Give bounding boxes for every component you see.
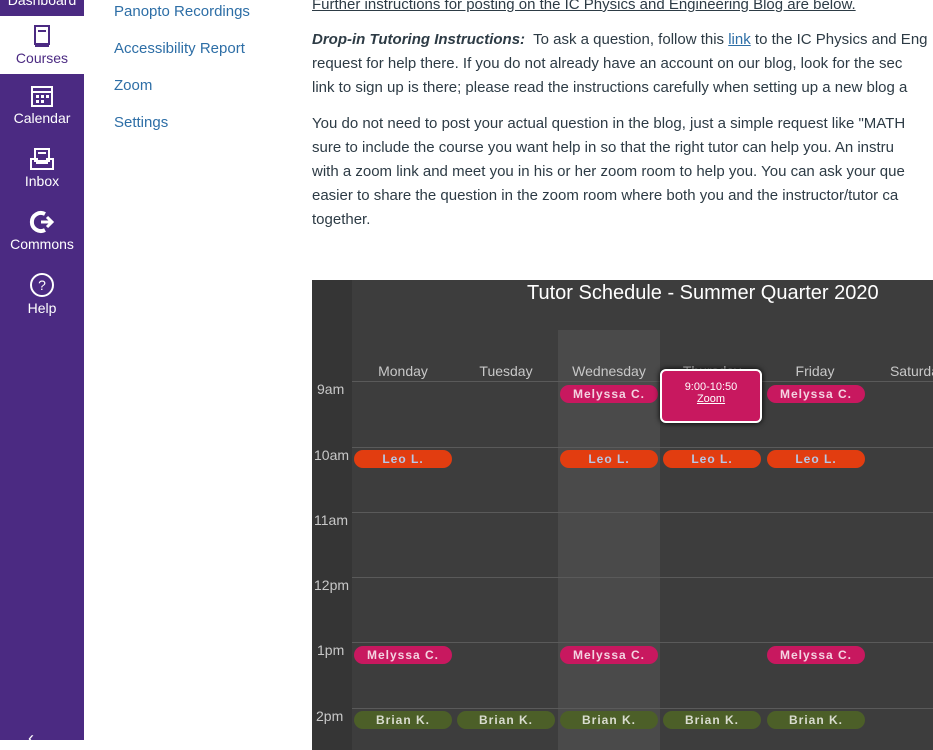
day-monday: Monday bbox=[378, 363, 428, 379]
request-paragraph-line3: with a zoom link and meet you in his or … bbox=[312, 163, 905, 180]
hour-line bbox=[352, 381, 933, 382]
event-wed-9am[interactable]: Melyssa C. bbox=[560, 385, 658, 403]
day-friday: Friday bbox=[795, 363, 835, 379]
event-mon-1pm[interactable]: Melyssa C. bbox=[354, 646, 452, 664]
hour-1pm: 1pm bbox=[317, 642, 345, 658]
event-thu-10am[interactable]: Leo L. bbox=[663, 450, 761, 468]
book-icon bbox=[34, 25, 50, 47]
svg-text:?: ? bbox=[38, 277, 46, 293]
event-wed-2pm[interactable]: Brian K. bbox=[560, 711, 658, 729]
request-paragraph-line2: sure to include the course you want help… bbox=[312, 139, 895, 156]
commons-icon bbox=[29, 211, 55, 233]
nav-inbox[interactable]: Inbox bbox=[0, 147, 84, 189]
tutor-schedule: Tutor Schedule - Summer Quarter 2020 Mon… bbox=[312, 280, 933, 750]
global-navigation: Dashboard Courses Calendar Inbox Commons… bbox=[0, 0, 84, 748]
blog-link[interactable]: link bbox=[728, 31, 751, 48]
collapse-nav-icon[interactable]: ‹ bbox=[28, 728, 34, 749]
help-icon: ? bbox=[30, 273, 54, 297]
popup-time: 9:00-10:50 bbox=[684, 381, 738, 393]
nav-help[interactable]: ? Help bbox=[0, 272, 84, 316]
hour-9am: 9am bbox=[317, 381, 345, 397]
nav-dashboard-label: Dashboard bbox=[7, 0, 77, 8]
course-nav-accessibility[interactable]: Accessibility Report bbox=[114, 40, 245, 57]
nav-dashboard[interactable]: Dashboard bbox=[0, 0, 84, 8]
event-fri-2pm[interactable]: Brian K. bbox=[767, 711, 865, 729]
nav-calendar[interactable]: Calendar bbox=[0, 84, 84, 126]
event-mon-10am[interactable]: Leo L. bbox=[354, 450, 452, 468]
event-thu-2pm[interactable]: Brian K. bbox=[663, 711, 761, 729]
event-wed-1pm[interactable]: Melyssa C. bbox=[560, 646, 658, 664]
day-wednesday: Wednesday bbox=[572, 363, 646, 379]
nav-courses-label: Courses bbox=[15, 50, 69, 66]
event-mon-2pm[interactable]: Brian K. bbox=[354, 711, 452, 729]
nav-courses[interactable]: Courses bbox=[0, 16, 84, 74]
hour-12pm: 12pm bbox=[314, 577, 350, 593]
hour-line bbox=[352, 642, 933, 643]
request-paragraph-line1: You do not need to post your actual ques… bbox=[312, 115, 906, 132]
hour-2pm: 2pm bbox=[316, 708, 344, 724]
course-nav-settings[interactable]: Settings bbox=[114, 114, 168, 131]
drop-in-text-a: To ask a question, follow this bbox=[525, 31, 729, 48]
drop-in-text-b: to the IC Physics and Eng bbox=[750, 31, 928, 48]
nav-commons-label: Commons bbox=[10, 236, 74, 252]
event-popup: 9:00-10:50 Zoom bbox=[660, 369, 762, 423]
inbox-icon bbox=[30, 148, 54, 170]
request-paragraph-line5: together. bbox=[312, 211, 371, 228]
calendar-icon bbox=[31, 86, 53, 107]
schedule-title: Tutor Schedule - Summer Quarter 2020 bbox=[527, 282, 879, 304]
hour-10am: 10am bbox=[314, 447, 350, 463]
nav-calendar-label: Calendar bbox=[13, 110, 71, 126]
course-nav-zoom[interactable]: Zoom bbox=[114, 77, 152, 94]
hour-11am: 11am bbox=[314, 512, 348, 528]
event-wed-10am[interactable]: Leo L. bbox=[560, 450, 658, 468]
event-fri-9am[interactable]: Melyssa C. bbox=[767, 385, 865, 403]
event-tue-2pm[interactable]: Brian K. bbox=[457, 711, 555, 729]
event-fri-10am[interactable]: Leo L. bbox=[767, 450, 865, 468]
hour-line bbox=[352, 447, 933, 448]
event-fri-1pm[interactable]: Melyssa C. bbox=[767, 646, 865, 664]
drop-in-label: Drop-in Tutoring Instructions: bbox=[312, 31, 526, 48]
nav-help-label: Help bbox=[27, 300, 57, 316]
nav-inbox-label: Inbox bbox=[24, 173, 60, 189]
request-paragraph-line4: easier to share the question in the zoom… bbox=[312, 187, 899, 204]
nav-commons[interactable]: Commons bbox=[0, 210, 84, 252]
drop-in-paragraph-line2: request for help there. If you do not al… bbox=[312, 55, 903, 72]
day-tuesday: Tuesday bbox=[479, 363, 533, 379]
popup-zoom-link[interactable]: Zoom bbox=[662, 393, 760, 405]
hour-line bbox=[352, 512, 933, 513]
hour-line bbox=[352, 708, 933, 709]
course-nav-panopto[interactable]: Panopto Recordings bbox=[114, 3, 250, 20]
drop-in-paragraph-line3: link to sign up is there; please read th… bbox=[312, 79, 908, 96]
hour-line bbox=[352, 577, 933, 578]
drop-in-paragraph-line1: Drop-in Tutoring Instructions: To ask a … bbox=[312, 28, 928, 52]
day-saturday: Saturday bbox=[889, 363, 933, 379]
blog-instructions-line: Further instructions for posting on the … bbox=[312, 0, 856, 13]
